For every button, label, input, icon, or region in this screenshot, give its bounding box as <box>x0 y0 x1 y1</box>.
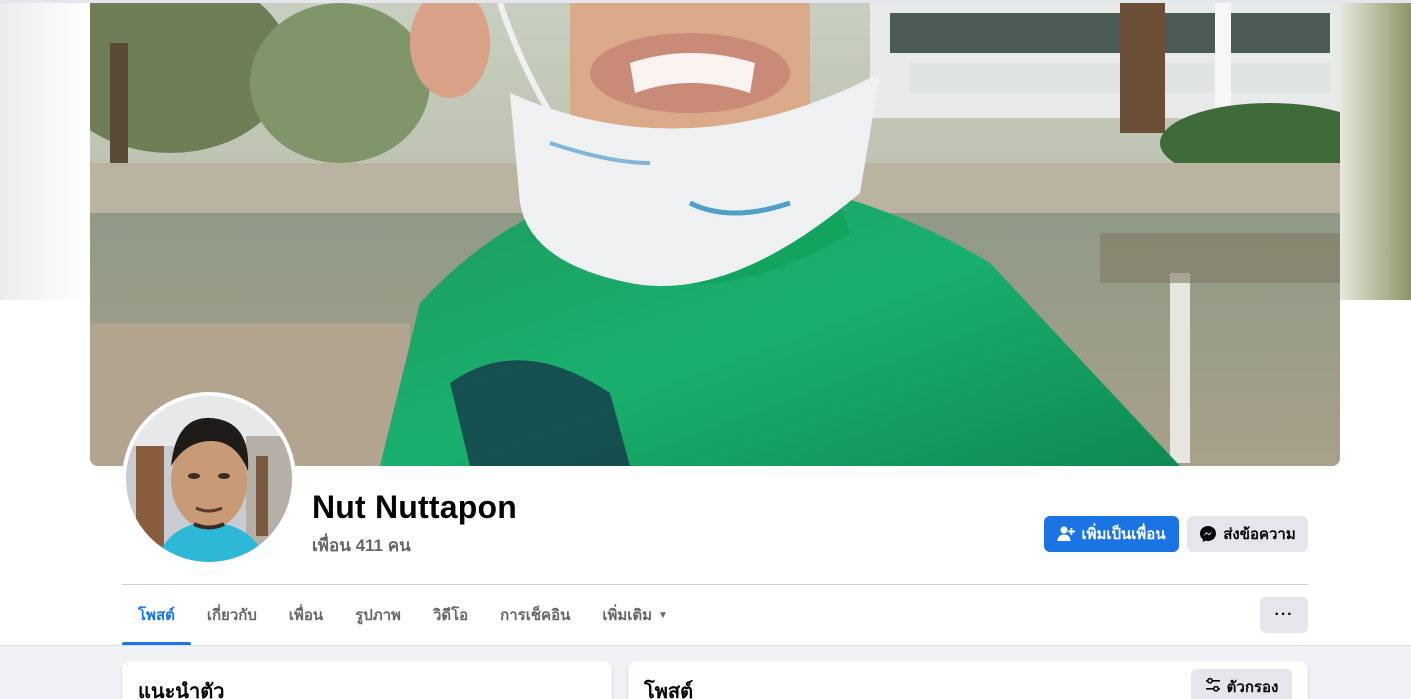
tab-videos-label: วิดีโอ <box>432 607 469 624</box>
intro-card-title: แนะนำตัว <box>138 681 225 699</box>
tab-more-label: เพิ่มเติม <box>602 607 653 624</box>
message-button[interactable]: ส่งข้อความ <box>1187 516 1308 552</box>
caret-down-icon: ▼ <box>658 609 668 621</box>
tab-photos[interactable]: รูปภาพ <box>339 585 417 645</box>
tab-about-label: เกี่ยวกับ <box>206 607 257 624</box>
tab-checkins-label: การเช็คอิน <box>500 607 571 624</box>
avatar-photo <box>126 396 292 562</box>
tab-more[interactable]: เพิ่มเติม ▼ <box>586 585 684 645</box>
tab-friends[interactable]: เพื่อน <box>273 585 339 645</box>
friends-count[interactable]: เพื่อน 411 คน <box>312 532 411 559</box>
tab-videos[interactable]: วิดีโอ <box>417 585 484 645</box>
tab-about[interactable]: เกี่ยวกับ <box>191 585 273 645</box>
profile-tabs: โพสต์ เกี่ยวกับ เพื่อน รูปภาพ วิดีโอ การ… <box>122 585 684 645</box>
add-friend-label: เพิ่มเป็นเพื่อน <box>1081 526 1166 543</box>
tab-posts[interactable]: โพสต์ <box>122 585 191 645</box>
more-dots-icon: ··· <box>1274 606 1294 623</box>
tab-photos-label: รูปภาพ <box>355 607 401 624</box>
cover-photo[interactable] <box>90 3 1340 466</box>
message-label: ส่งข้อความ <box>1223 526 1296 543</box>
filter-sliders-icon <box>1205 677 1221 697</box>
tab-posts-label: โพสต์ <box>138 607 175 624</box>
profile-avatar[interactable] <box>122 392 296 566</box>
header-bottom-border <box>0 645 1411 646</box>
add-friend-icon <box>1057 525 1076 543</box>
intro-card: แนะนำตัว <box>122 661 612 699</box>
filter-label: ตัวกรอง <box>1226 679 1279 696</box>
posts-card: โพสต์ ตัวกรอง <box>628 661 1308 699</box>
tab-friends-label: เพื่อน <box>288 607 324 624</box>
filter-button[interactable]: ตัวกรอง <box>1191 669 1292 699</box>
cover-photo-image <box>90 3 1340 466</box>
profile-name: Nut Nuttapon <box>312 489 518 525</box>
more-options-button[interactable]: ··· <box>1260 597 1308 633</box>
add-friend-button[interactable]: เพิ่มเป็นเพื่อน <box>1044 516 1179 552</box>
tab-checkins[interactable]: การเช็คอิน <box>484 585 586 645</box>
messenger-icon <box>1199 525 1217 543</box>
posts-card-title: โพสต์ <box>644 681 694 699</box>
